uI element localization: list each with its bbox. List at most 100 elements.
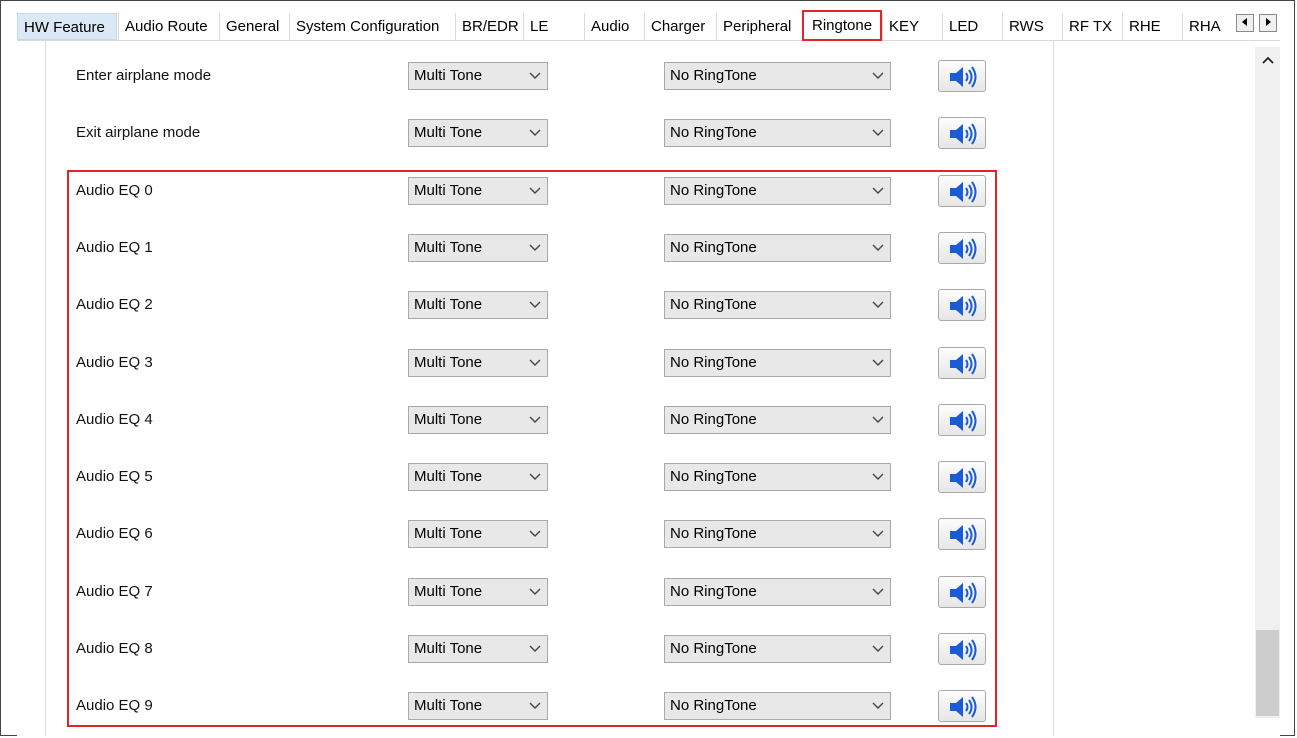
tone-type-select[interactable]: Multi Tone <box>408 692 548 720</box>
tab-br-edr[interactable]: BR/EDR <box>455 13 523 40</box>
tone-type-value: Multi Tone <box>414 354 483 371</box>
tab-rha[interactable]: RHA <box>1182 13 1234 40</box>
ringtone-value: No RingTone <box>670 411 757 428</box>
chevron-down-icon <box>872 702 884 709</box>
chevron-down-icon <box>529 702 541 709</box>
ringtone-value: No RingTone <box>670 296 757 313</box>
tone-type-select[interactable]: Multi Tone <box>408 349 548 377</box>
play-ringtone-button[interactable] <box>938 232 986 264</box>
tone-type-value: Multi Tone <box>414 525 483 542</box>
speaker-icon <box>950 123 977 145</box>
scroll-up-button[interactable] <box>1255 47 1280 72</box>
tab-general[interactable]: General <box>219 13 289 40</box>
ringtone-select[interactable]: No RingTone <box>664 62 891 90</box>
tone-type-select[interactable]: Multi Tone <box>408 177 548 205</box>
speaker-icon <box>950 238 977 260</box>
tone-type-select[interactable]: Multi Tone <box>408 406 548 434</box>
ringtone-select[interactable]: No RingTone <box>664 520 891 548</box>
arrow-left-icon <box>1242 18 1247 26</box>
play-ringtone-button[interactable] <box>938 518 986 550</box>
tone-type-select[interactable]: Multi Tone <box>408 291 548 319</box>
tab-rhe[interactable]: RHE <box>1122 13 1182 40</box>
tone-type-value: Multi Tone <box>414 296 483 313</box>
tab-charger[interactable]: Charger <box>644 13 716 40</box>
ringtone-select[interactable]: No RingTone <box>664 177 891 205</box>
chevron-down-icon <box>529 416 541 423</box>
scrollbar-thumb[interactable] <box>1256 630 1279 716</box>
ringtone-value: No RingTone <box>670 525 757 542</box>
ringtone-value: No RingTone <box>670 354 757 371</box>
tab-led[interactable]: LED <box>942 13 1002 40</box>
tone-type-value: Multi Tone <box>414 411 483 428</box>
tab-system-configuration[interactable]: System Configuration <box>289 13 455 40</box>
ringtone-value: No RingTone <box>670 67 757 84</box>
speaker-icon <box>950 295 977 317</box>
chevron-up-icon <box>1261 56 1274 64</box>
tab-rf-tx[interactable]: RF TX <box>1062 13 1122 40</box>
ringtone-page <box>17 41 1280 736</box>
speaker-icon <box>950 582 977 604</box>
chevron-down-icon <box>872 416 884 423</box>
tab-le[interactable]: LE <box>523 13 584 40</box>
chevron-down-icon <box>529 588 541 595</box>
ringtone-value: No RingTone <box>670 697 757 714</box>
play-ringtone-button[interactable] <box>938 461 986 493</box>
play-ringtone-button[interactable] <box>938 576 986 608</box>
row-label: Audio EQ 9 <box>76 697 153 714</box>
ringtone-select[interactable]: No RingTone <box>664 463 891 491</box>
vertical-scrollbar[interactable] <box>1255 47 1280 718</box>
ringtone-select[interactable]: No RingTone <box>664 349 891 377</box>
chevron-down-icon <box>872 244 884 251</box>
tab-scroll-left-button[interactable] <box>1236 14 1254 32</box>
chevron-down-icon <box>529 72 541 79</box>
ringtone-value: No RingTone <box>670 468 757 485</box>
tab-audio-route[interactable]: Audio Route <box>118 13 219 40</box>
tone-type-value: Multi Tone <box>414 468 483 485</box>
chevron-down-icon <box>872 72 884 79</box>
speaker-icon <box>950 410 977 432</box>
tab-hw-feature[interactable]: HW Feature <box>17 13 117 40</box>
play-ringtone-button[interactable] <box>938 175 986 207</box>
tone-type-select[interactable]: Multi Tone <box>408 463 548 491</box>
play-ringtone-button[interactable] <box>938 690 986 722</box>
ringtone-select[interactable]: No RingTone <box>664 692 891 720</box>
chevron-down-icon <box>529 301 541 308</box>
tone-type-select[interactable]: Multi Tone <box>408 234 548 262</box>
chevron-down-icon <box>872 187 884 194</box>
ringtone-select[interactable]: No RingTone <box>664 406 891 434</box>
chevron-down-icon <box>872 588 884 595</box>
tone-type-value: Multi Tone <box>414 697 483 714</box>
ringtone-select[interactable]: No RingTone <box>664 119 891 147</box>
speaker-icon <box>950 467 977 489</box>
tone-type-select[interactable]: Multi Tone <box>408 62 548 90</box>
tone-type-select[interactable]: Multi Tone <box>408 578 548 606</box>
row-label: Audio EQ 6 <box>76 525 153 542</box>
ringtone-select[interactable]: No RingTone <box>664 635 891 663</box>
play-ringtone-button[interactable] <box>938 117 986 149</box>
ringtone-value: No RingTone <box>670 583 757 600</box>
play-ringtone-button[interactable] <box>938 60 986 92</box>
tab-audio[interactable]: Audio <box>584 13 644 40</box>
tone-type-select[interactable]: Multi Tone <box>408 635 548 663</box>
tab-rws[interactable]: RWS <box>1002 13 1062 40</box>
chevron-down-icon <box>872 530 884 537</box>
row-label: Audio EQ 7 <box>76 583 153 600</box>
row-label: Exit airplane mode <box>76 124 201 141</box>
tone-type-select[interactable]: Multi Tone <box>408 119 548 147</box>
tab-scroll-right-button[interactable] <box>1259 14 1277 32</box>
play-ringtone-button[interactable] <box>938 633 986 665</box>
tone-type-select[interactable]: Multi Tone <box>408 520 548 548</box>
play-ringtone-button[interactable] <box>938 347 986 379</box>
play-ringtone-button[interactable] <box>938 289 986 321</box>
tab-key[interactable]: KEY <box>882 13 942 40</box>
tab-ringtone[interactable]: Ringtone <box>802 10 882 41</box>
play-ringtone-button[interactable] <box>938 404 986 436</box>
row-label: Audio EQ 5 <box>76 468 153 485</box>
ringtone-select[interactable]: No RingTone <box>664 578 891 606</box>
ringtone-select[interactable]: No RingTone <box>664 234 891 262</box>
tone-type-value: Multi Tone <box>414 67 483 84</box>
speaker-icon <box>950 66 977 88</box>
tab-peripheral[interactable]: Peripheral <box>716 13 802 40</box>
chevron-down-icon <box>529 473 541 480</box>
ringtone-select[interactable]: No RingTone <box>664 291 891 319</box>
